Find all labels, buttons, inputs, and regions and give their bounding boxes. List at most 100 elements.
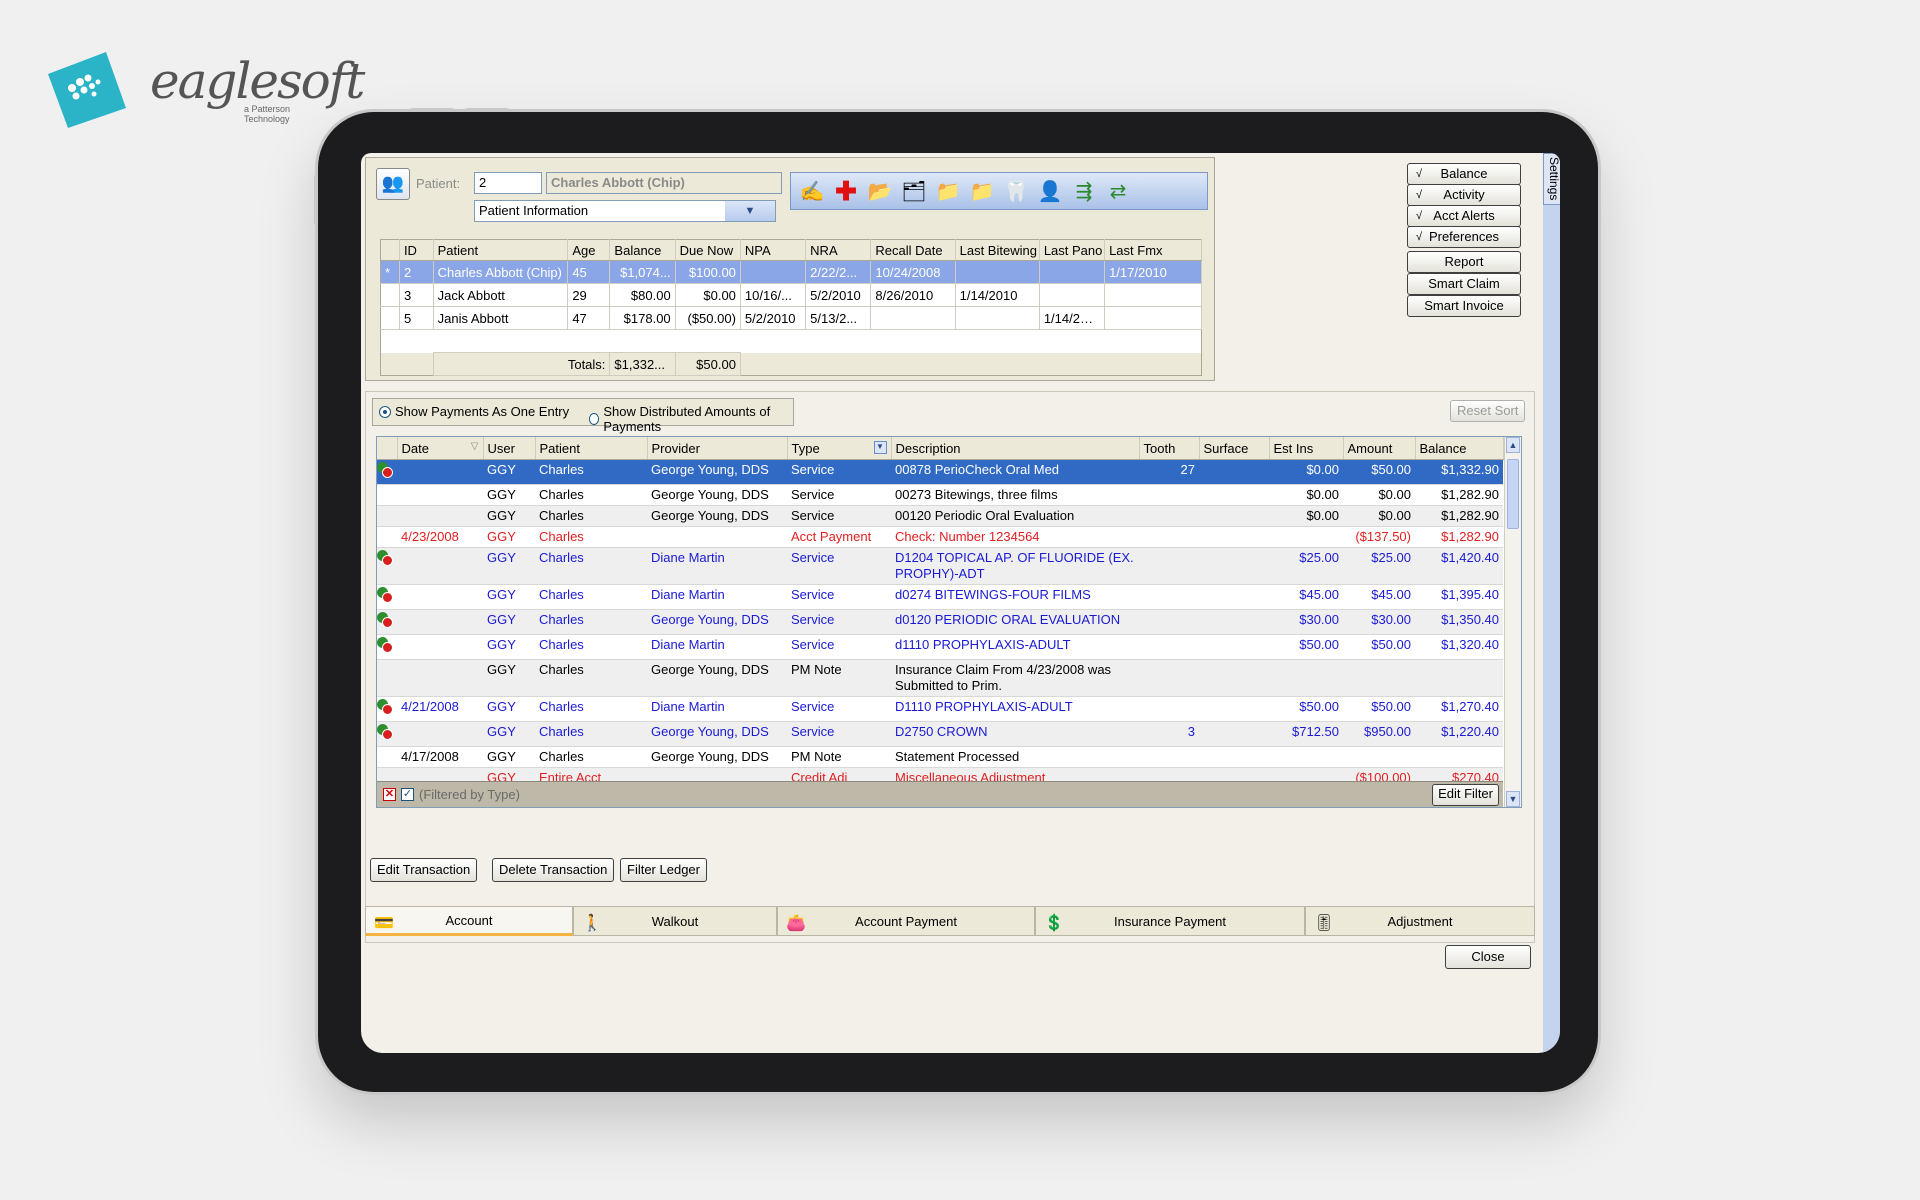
ledger-cell-surface xyxy=(1199,696,1269,722)
patient-lookup-icon[interactable]: 👥 xyxy=(376,168,410,200)
smart-invoice-button[interactable]: Smart Invoice xyxy=(1407,295,1521,317)
folder-open-icon[interactable]: 📂 xyxy=(865,176,895,206)
filter-checkbox[interactable]: ✓ xyxy=(401,788,414,801)
ledger-row[interactable]: GGY Charles George Young, DDS PM Note Insura… xyxy=(377,659,1503,697)
column-header[interactable]: NPA xyxy=(740,239,807,261)
delete-transaction-button[interactable]: Delete Transaction xyxy=(492,858,615,882)
show-distributed-amounts-radio[interactable]: Show Distributed Amounts of Payments xyxy=(589,404,793,434)
column-header[interactable]: Est Ins xyxy=(1269,437,1344,460)
ledger-row[interactable]: GGY Charles George Young, DDS Service D2750 … xyxy=(377,721,1503,747)
balance-button[interactable]: √ Balance xyxy=(1407,163,1521,185)
ledger-row[interactable]: GGY Charles Diane Martin Service D1204 TOPIC… xyxy=(377,547,1503,585)
family-cell-nra: 5/2/2010 xyxy=(805,283,872,307)
scroll-up-icon[interactable]: ▲ xyxy=(1506,437,1520,453)
med-alert-icon[interactable] xyxy=(377,724,393,740)
ledger-cell-desc: d0274 BITEWINGS-FOUR FILMS xyxy=(891,584,1139,610)
filter-ledger-button[interactable]: Filter Ledger xyxy=(620,858,707,882)
edit-transaction-button[interactable]: Edit Transaction xyxy=(370,858,478,882)
acct-alerts-button[interactable]: √ Acct Alerts xyxy=(1407,205,1521,227)
scroll-down-icon[interactable]: ▼ xyxy=(1506,791,1520,807)
med-alert-icon[interactable] xyxy=(377,699,393,715)
folder-tabs-icon[interactable]: 🗂 xyxy=(899,176,929,206)
ledger-cell-desc: D1110 PROPHYLAXIS-ADULT xyxy=(891,696,1139,722)
ledger-row[interactable]: 4/17/2008 GGY Charles George Young, DDS PM N… xyxy=(377,746,1503,768)
family-row[interactable]: 3 Jack Abbott 29 $80.00 $0.00 10/16/... 5/2/20… xyxy=(380,283,1202,307)
transfer-icon[interactable]: ⇄ xyxy=(1103,176,1133,206)
person-icon[interactable]: 👤 xyxy=(1035,176,1065,206)
preferences-button[interactable]: √ Preferences xyxy=(1407,226,1521,248)
family-cell-bitewing: 1/14/2010 xyxy=(955,283,1040,307)
column-header[interactable]: Amount xyxy=(1343,437,1416,460)
column-header[interactable]: Tooth xyxy=(1139,437,1200,460)
med-alert-icon[interactable] xyxy=(377,550,393,566)
tab-account[interactable]: 💳 Account xyxy=(365,906,573,936)
column-header[interactable]: Balance xyxy=(609,239,676,261)
ledger-row[interactable]: GGY Charles Diane Martin Service d1110 PROPH… xyxy=(377,634,1503,660)
family-cell-recall xyxy=(870,306,956,330)
edit-filter-button[interactable]: Edit Filter xyxy=(1432,784,1499,806)
family-row[interactable]: 5 Janis Abbott 47 $178.00 ($50.00) 5/2/2010 5/… xyxy=(380,306,1202,330)
column-header[interactable]: Balance xyxy=(1415,437,1504,460)
folder-icon[interactable]: 📁 xyxy=(967,176,997,206)
patient-view-select[interactable]: Patient Information ▼ xyxy=(474,200,776,222)
column-header[interactable]: Last Bitewing xyxy=(955,239,1040,261)
column-header[interactable]: Due Now xyxy=(675,239,741,261)
folder-stack-icon[interactable]: 📁 xyxy=(933,176,963,206)
ledger-row[interactable]: 4/23/2008 GGY Charles Acct Payment Check: Nu… xyxy=(377,526,1503,548)
family-cell-balance: $178.00 xyxy=(609,306,676,330)
tab-walkout[interactable]: 🚶 Walkout xyxy=(573,906,777,936)
ledger-cell-date: 4/17/2008 xyxy=(397,746,483,768)
column-header[interactable]: Recall Date xyxy=(870,239,956,261)
column-header[interactable]: NRA xyxy=(805,239,872,261)
reset-sort-button[interactable]: Reset Sort xyxy=(1450,400,1526,422)
tab-insurance-payment[interactable]: 💲 Insurance Payment xyxy=(1035,906,1305,936)
column-header[interactable]: ID xyxy=(399,239,434,261)
patient-id-field[interactable]: 2 xyxy=(474,172,542,194)
column-header-date[interactable]: Date ▽ xyxy=(397,437,484,460)
ledger-row[interactable]: GGY Charles George Young, DDS Service 00878 … xyxy=(377,459,1503,485)
settings-tab[interactable]: Settings xyxy=(1543,153,1560,205)
filter-icon[interactable]: ▼ xyxy=(873,440,887,454)
clear-filter-icon[interactable]: ✕ xyxy=(383,788,396,801)
column-header-type[interactable]: Type ▼ xyxy=(787,437,892,460)
ledger-row[interactable]: GGY Charles George Young, DDS Service 00120 … xyxy=(377,505,1503,527)
medical-cross-icon[interactable]: ✚ xyxy=(831,176,861,206)
family-cell-recall: 10/24/2008 xyxy=(870,260,956,284)
column-header[interactable]: Age xyxy=(567,239,611,261)
tab-adjustment[interactable]: 🎚 Adjustment xyxy=(1305,906,1535,936)
column-header[interactable]: User xyxy=(483,437,536,460)
ledger-row[interactable]: GGY Charles Diane Martin Service d0274 BITEW… xyxy=(377,584,1503,610)
med-alert-icon[interactable] xyxy=(377,612,393,628)
med-alert-icon[interactable] xyxy=(377,637,393,653)
scroll-thumb[interactable] xyxy=(1507,459,1519,529)
report-button[interactable]: Report xyxy=(1407,251,1521,273)
show-payments-one-entry-radio[interactable]: Show Payments As One Entry xyxy=(379,404,569,419)
forward-list-icon[interactable]: ⇶ xyxy=(1069,176,1099,206)
activity-button[interactable]: √ Activity xyxy=(1407,184,1521,206)
med-alert-icon[interactable] xyxy=(377,587,393,603)
med-alert-icon[interactable] xyxy=(377,462,393,478)
ledger-scrollbar[interactable]: ▲ ▼ xyxy=(1504,437,1521,807)
column-header[interactable]: Last Fmx xyxy=(1104,239,1202,261)
column-header[interactable]: Description xyxy=(891,437,1140,460)
chevron-down-icon[interactable]: ▼ xyxy=(725,201,775,221)
ledger-row[interactable]: GGY Charles George Young, DDS Service d0120 … xyxy=(377,609,1503,635)
tooth-icon[interactable]: 🦷 xyxy=(1001,176,1031,206)
ledger-cell-date xyxy=(397,484,483,506)
ledger-cell-desc: Insurance Claim From 4/23/2008 was Submi… xyxy=(891,659,1139,697)
signature-icon[interactable]: ✍ xyxy=(797,176,827,206)
patient-name-field[interactable]: Charles Abbott (Chip) xyxy=(546,172,782,194)
column-header[interactable]: Patient xyxy=(433,239,569,261)
family-cell-patient: Janis Abbott xyxy=(433,306,569,330)
tab-account-payment[interactable]: 👛 Account Payment xyxy=(777,906,1035,936)
ledger-cell-patient: Charles xyxy=(535,526,647,548)
column-header[interactable]: Last Pano xyxy=(1039,239,1106,261)
column-header[interactable]: Surface xyxy=(1199,437,1270,460)
ledger-row[interactable]: GGY Charles George Young, DDS Service 00273 … xyxy=(377,484,1503,506)
ledger-row[interactable]: 4/21/2008 GGY Charles Diane Martin Service D1… xyxy=(377,696,1503,722)
family-row[interactable]: * 2 Charles Abbott (Chip) 45 $1,074... $100.0… xyxy=(380,260,1202,284)
column-header[interactable]: Provider xyxy=(647,437,788,460)
smart-claim-button[interactable]: Smart Claim xyxy=(1407,273,1521,295)
column-header[interactable]: Patient xyxy=(535,437,648,460)
close-button[interactable]: Close xyxy=(1445,945,1531,969)
